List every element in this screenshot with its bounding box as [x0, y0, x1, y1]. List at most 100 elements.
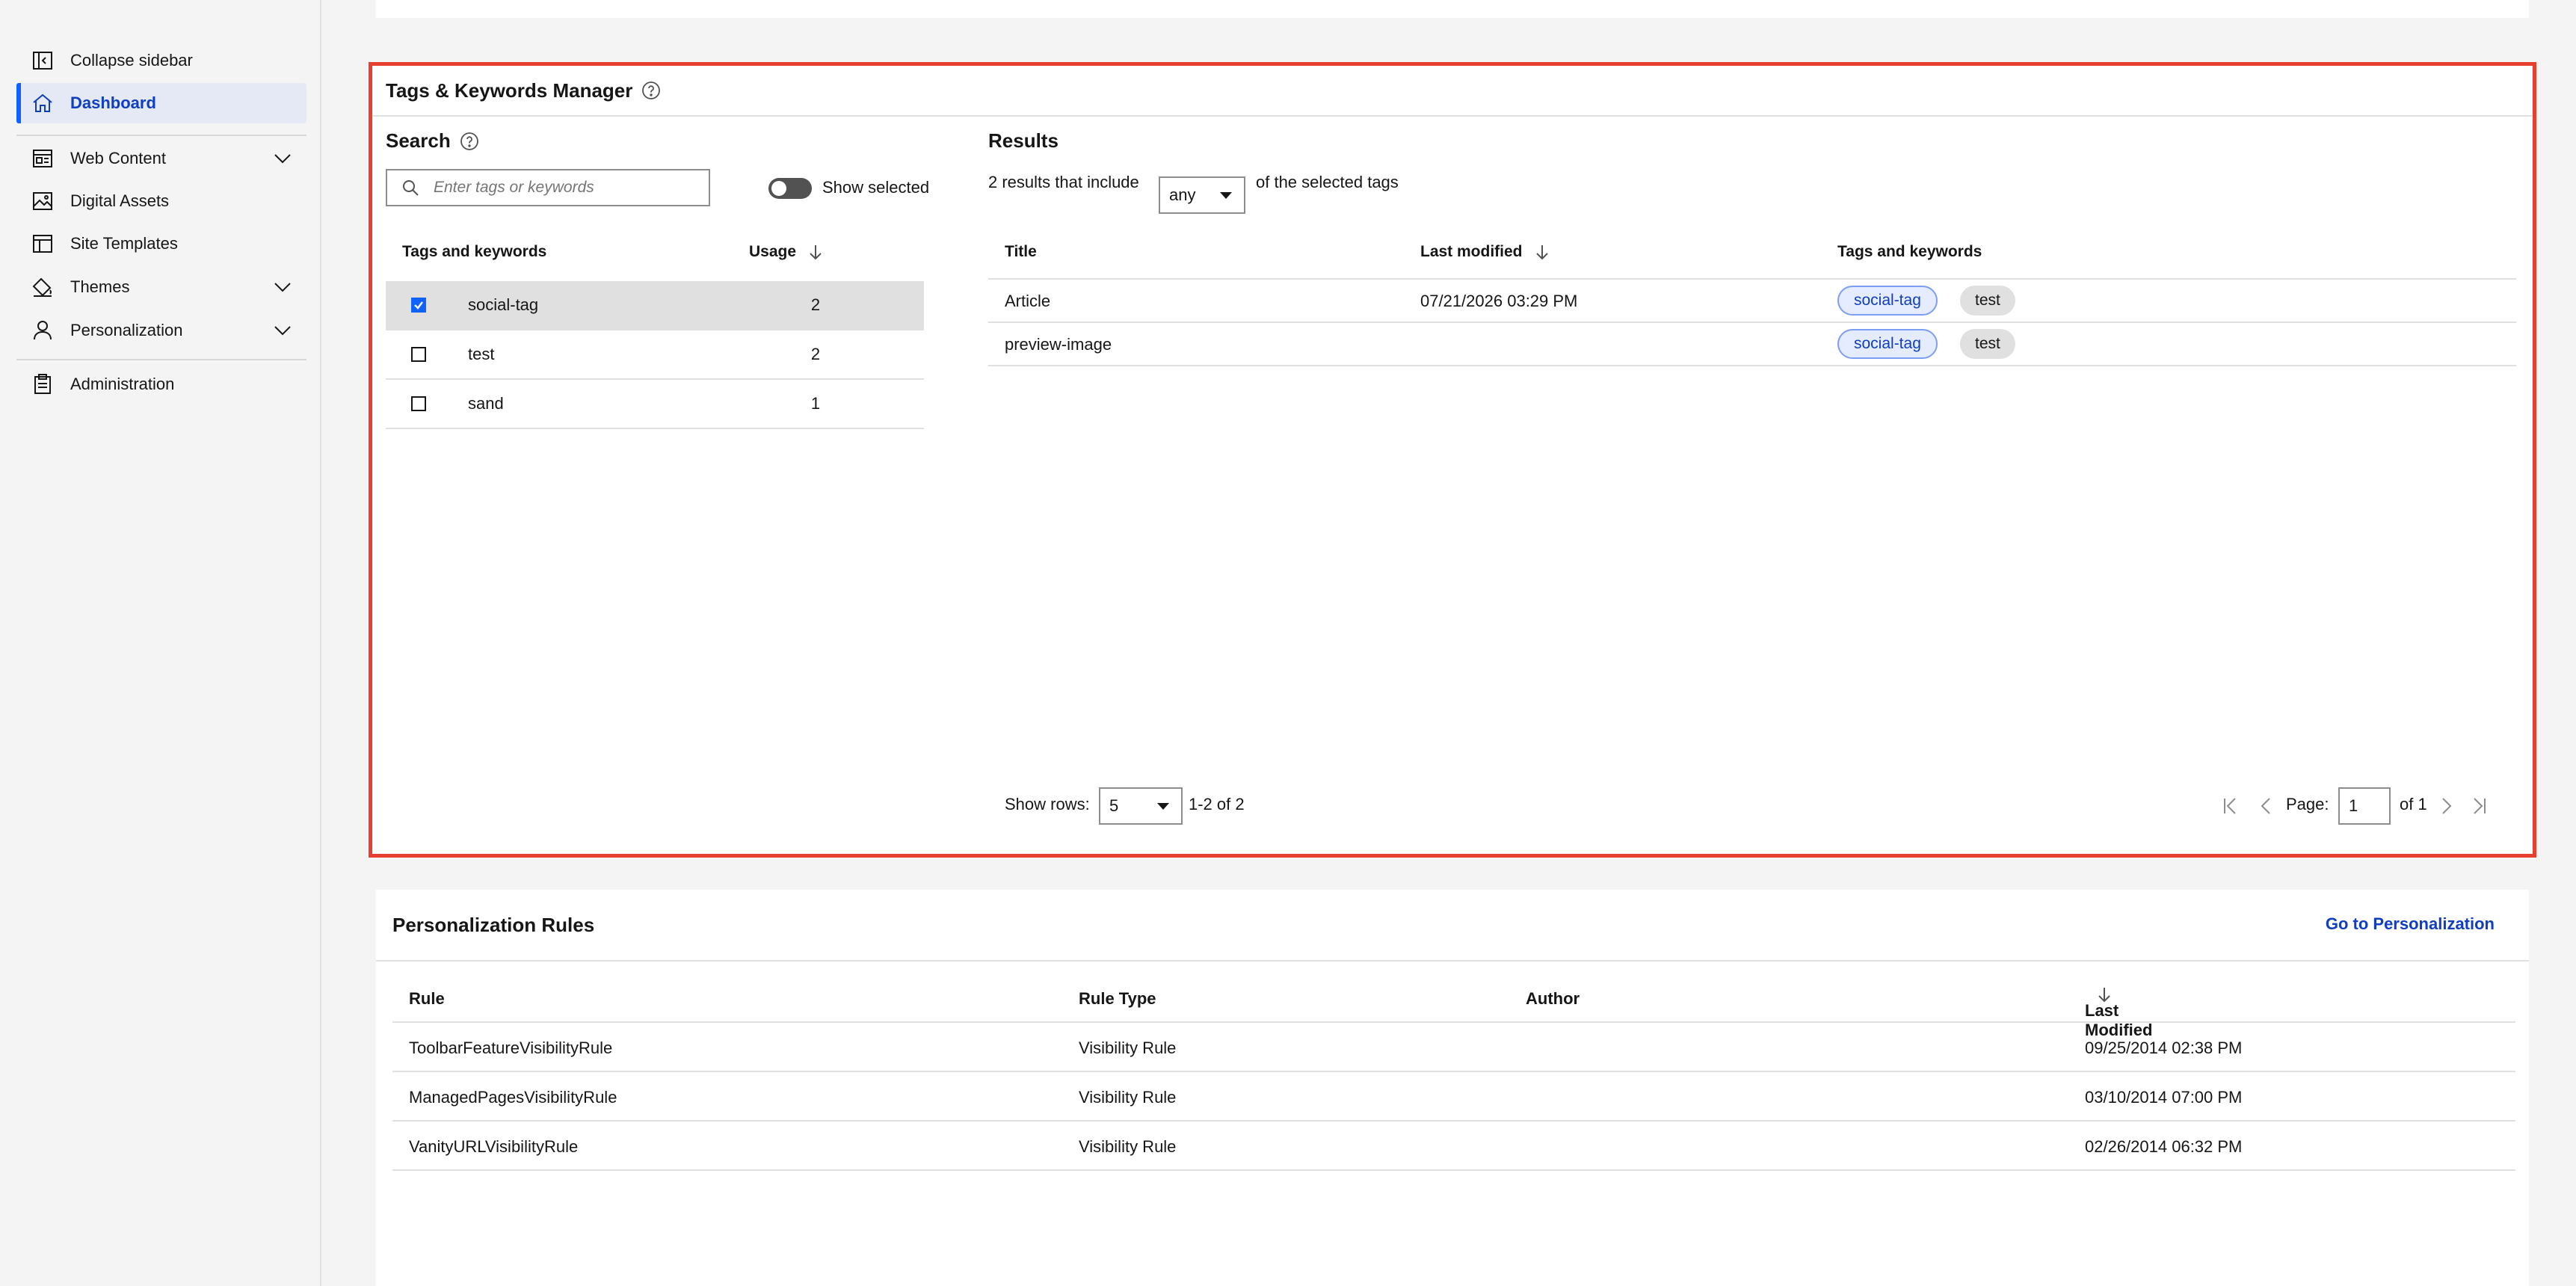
- search-icon: [403, 180, 419, 196]
- match-mode-value: any: [1169, 185, 1196, 204]
- match-mode-select[interactable]: any: [1159, 176, 1245, 214]
- tag-usage: 2: [810, 295, 821, 314]
- rule-last-modified: 02/26/2014 06:32 PM: [2085, 1137, 2243, 1156]
- rule-type: Visibility Rule: [1079, 1088, 1177, 1107]
- tag-usage: 1: [810, 394, 821, 413]
- home-icon: [30, 90, 55, 116]
- sidebar-divider: [16, 359, 306, 360]
- results-summary: 2 results that include: [988, 173, 1139, 192]
- tag-checkbox[interactable]: [411, 347, 426, 362]
- template-icon: [30, 231, 55, 256]
- tag-row[interactable]: social-tag 2: [386, 281, 924, 330]
- result-last-modified: 07/21/2026 03:29 PM: [1420, 292, 1578, 310]
- help-icon[interactable]: [460, 132, 479, 151]
- last-modified-header-label: Last modified: [1420, 243, 1523, 260]
- sidebar-item-personalization[interactable]: Personalization: [16, 310, 306, 351]
- sidebar-item-site-templates[interactable]: Site Templates: [16, 224, 306, 264]
- sort-descending-icon[interactable]: [807, 243, 825, 261]
- next-page-icon[interactable]: [2434, 794, 2458, 818]
- personalization-rules-panel: Personalization Rules Go to Personalizat…: [376, 890, 2529, 1286]
- caret-down-icon: [1157, 803, 1169, 810]
- usage-header-label: Usage: [749, 243, 797, 260]
- rule-name[interactable]: ToolbarFeatureVisibilityRule: [409, 1039, 612, 1058]
- result-title[interactable]: Article: [1005, 292, 1050, 311]
- rows-per-page-value: 5: [1109, 796, 1119, 815]
- result-row[interactable]: Article 07/21/2026 03:29 PM social-tag t…: [988, 280, 2516, 323]
- tag-chip[interactable]: test: [1960, 329, 2015, 359]
- tag-name: sand: [468, 394, 504, 413]
- rule-name[interactable]: ManagedPagesVisibilityRule: [409, 1088, 617, 1107]
- last-page-icon[interactable]: [2467, 794, 2491, 818]
- rule-row[interactable]: ManagedPagesVisibilityRule Visibility Ru…: [392, 1072, 2515, 1122]
- sidebar-item-label: Themes: [70, 277, 130, 296]
- tag-chip[interactable]: test: [1960, 286, 2015, 316]
- table-header-row: Rule Rule Type Author Last Modified: [392, 973, 2515, 1039]
- chevron-down-icon[interactable]: [272, 277, 293, 298]
- rule-type-column-header[interactable]: Rule Type: [1079, 989, 1156, 1009]
- help-icon[interactable]: [641, 81, 661, 100]
- rule-type: Visibility Rule: [1079, 1137, 1177, 1156]
- checkmark-icon: [414, 301, 423, 310]
- tag-chip[interactable]: social-tag: [1837, 286, 1938, 316]
- rule-last-modified: 03/10/2014 07:00 PM: [2085, 1088, 2243, 1107]
- last-modified-column-header[interactable]: Last Modified: [2085, 985, 2152, 1039]
- author-column-header[interactable]: Author: [1526, 989, 1580, 1009]
- sort-descending-icon[interactable]: [1533, 243, 1551, 261]
- rule-column-header[interactable]: Rule: [409, 989, 445, 1009]
- collapse-sidebar-button[interactable]: Collapse sidebar: [16, 40, 306, 81]
- sidebar-item-administration[interactable]: Administration: [16, 364, 306, 404]
- sidebar-item-label: Administration: [70, 375, 175, 393]
- tag-row[interactable]: sand 1: [386, 380, 924, 429]
- usage-column-header[interactable]: Usage: [749, 243, 825, 261]
- sidebar-item-label: Collapse sidebar: [70, 51, 193, 70]
- chevron-down-icon[interactable]: [272, 148, 293, 169]
- previous-page-icon[interactable]: [2255, 794, 2278, 818]
- tag-name: test: [468, 345, 495, 363]
- collapse-sidebar-icon: [30, 48, 55, 73]
- go-to-personalization-link[interactable]: Go to Personalization: [2326, 914, 2495, 934]
- results-summary-suffix: of the selected tags: [1256, 173, 1399, 191]
- tag-search-input[interactable]: [432, 178, 689, 197]
- search-title: Search: [386, 129, 451, 152]
- rows-per-page-select[interactable]: 5: [1099, 787, 1183, 825]
- web-content-icon: [30, 146, 55, 171]
- panel-header: Personalization Rules: [376, 890, 2529, 962]
- tag-checkbox[interactable]: [411, 298, 426, 313]
- results-title: Results: [988, 129, 1059, 152]
- sidebar-item-web-content[interactable]: Web Content: [16, 138, 306, 179]
- sidebar-item-label: Dashboard: [70, 93, 156, 112]
- sidebar-item-themes[interactable]: Themes: [16, 267, 306, 307]
- page-number-input[interactable]: 1: [2338, 787, 2391, 825]
- panel-title: Personalization Rules: [392, 913, 595, 936]
- tags-keywords-manager-panel: Tags & Keywords Manager Search Show sele…: [369, 62, 2536, 858]
- rule-row[interactable]: VanityURLVisibilityRule Visibility Rule …: [392, 1122, 2515, 1171]
- title-column-header[interactable]: Title: [1005, 243, 1037, 261]
- tags-column-header: Tags and keywords: [1837, 243, 1982, 260]
- search-section-title: Search: [386, 129, 479, 153]
- last-modified-column-header[interactable]: Last modified: [1420, 243, 1551, 261]
- sidebar-item-label: Web Content: [70, 149, 167, 167]
- page-label: Page:: [2286, 795, 2329, 813]
- first-page-icon[interactable]: [2219, 794, 2243, 818]
- result-title[interactable]: preview-image: [1005, 335, 1112, 354]
- results-range: 1-2 of 2: [1189, 795, 1245, 813]
- results-summary-prefix: 2 results that include: [988, 173, 1139, 191]
- sidebar-item-dashboard[interactable]: Dashboard: [16, 83, 306, 123]
- tag-chip[interactable]: social-tag: [1837, 329, 1938, 359]
- previous-panel: [376, 0, 2529, 18]
- sidebar-item-digital-assets[interactable]: Digital Assets: [16, 181, 306, 221]
- rule-name[interactable]: VanityURLVisibilityRule: [409, 1137, 578, 1157]
- tag-checkbox[interactable]: [411, 396, 426, 411]
- page-count: of 1: [2400, 795, 2427, 813]
- rule-last-modified: 09/25/2014 02:38 PM: [2085, 1039, 2243, 1057]
- sidebar-item-label: Site Templates: [70, 234, 178, 253]
- rule-row[interactable]: ToolbarFeatureVisibilityRule Visibility …: [392, 1023, 2515, 1072]
- show-selected-toggle[interactable]: [768, 178, 812, 199]
- tags-column-header[interactable]: Tags and keywords: [402, 243, 546, 261]
- sidebar-item-label: Digital Assets: [70, 191, 170, 210]
- tag-row[interactable]: test 2: [386, 330, 924, 380]
- image-icon: [30, 188, 55, 214]
- chevron-down-icon[interactable]: [272, 320, 293, 341]
- tag-search-box: [386, 169, 710, 206]
- result-row[interactable]: preview-image social-tag test: [988, 323, 2516, 366]
